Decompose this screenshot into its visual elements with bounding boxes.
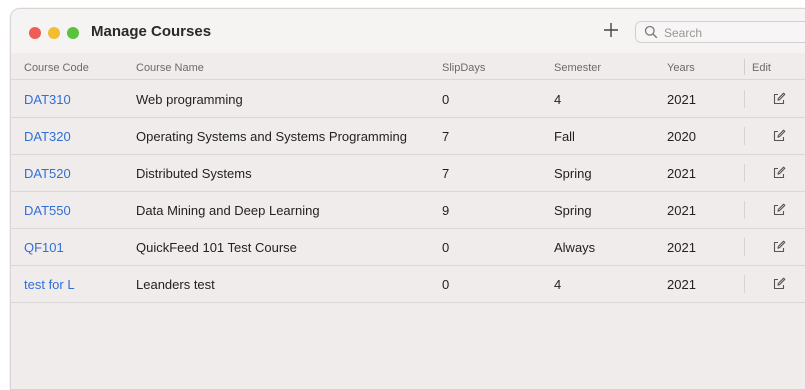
column-header-edit[interactable]: Edit	[752, 62, 771, 74]
column-divider	[744, 201, 745, 219]
course-name: Operating Systems and Systems Programmin…	[136, 129, 407, 144]
edit-course-button[interactable]	[772, 129, 786, 143]
close-window-button[interactable]	[29, 27, 41, 39]
edit-course-button[interactable]	[772, 166, 786, 180]
course-name: Leanders test	[136, 277, 215, 292]
year-value: 2021	[667, 277, 696, 292]
semester-value: Always	[554, 240, 596, 255]
semester-value: Spring	[554, 166, 592, 181]
semester-value: 4	[554, 92, 562, 107]
course-code-link[interactable]: test for L	[24, 277, 75, 292]
column-header-course-name[interactable]: Course Name	[136, 62, 204, 74]
magnifying-glass-icon	[644, 25, 658, 39]
slipdays-value: 0	[442, 277, 450, 292]
course-name: Distributed Systems	[136, 166, 252, 181]
zoom-window-button[interactable]	[67, 27, 79, 39]
column-divider[interactable]	[744, 59, 745, 75]
edit-square-icon	[773, 277, 786, 290]
add-course-button[interactable]	[600, 19, 622, 41]
edit-course-button[interactable]	[772, 240, 786, 254]
search-field[interactable]	[635, 21, 805, 43]
course-name: QuickFeed 101 Test Course	[136, 240, 297, 255]
column-divider	[744, 127, 745, 145]
year-value: 2021	[667, 166, 696, 181]
column-header-years[interactable]: Years	[667, 62, 695, 74]
table-header: Course Code Course Name SlipDays Semeste…	[11, 53, 805, 80]
title-bar: Manage Courses	[11, 9, 805, 53]
column-divider	[744, 90, 745, 108]
window-title: Manage Courses	[91, 23, 212, 40]
course-code-link[interactable]: DAT520	[24, 166, 71, 181]
table-row[interactable]: DAT520 Distributed Systems 7 Spring 2021	[11, 154, 805, 192]
slipdays-value: 9	[442, 203, 450, 218]
edit-square-icon	[773, 129, 786, 142]
course-code-link[interactable]: DAT320	[24, 129, 71, 144]
edit-square-icon	[773, 166, 786, 179]
course-name: Data Mining and Deep Learning	[136, 203, 320, 218]
edit-course-button[interactable]	[772, 203, 786, 217]
course-code-link[interactable]: DAT550	[24, 203, 71, 218]
minimize-window-button[interactable]	[48, 27, 60, 39]
table-row[interactable]: DAT550 Data Mining and Deep Learning 9 S…	[11, 191, 805, 229]
edit-course-button[interactable]	[772, 277, 786, 291]
table-row[interactable]: DAT320 Operating Systems and Systems Pro…	[11, 117, 805, 155]
slipdays-value: 0	[442, 240, 450, 255]
semester-value: 4	[554, 277, 562, 292]
slipdays-value: 0	[442, 92, 450, 107]
column-header-course-code[interactable]: Course Code	[24, 62, 89, 74]
edit-square-icon	[773, 240, 786, 253]
table-row[interactable]: QF101 QuickFeed 101 Test Course 0 Always…	[11, 228, 805, 266]
year-value: 2021	[667, 92, 696, 107]
year-value: 2020	[667, 129, 696, 144]
manage-courses-window: Manage Courses Course Code Course Name S…	[10, 8, 805, 390]
course-code-link[interactable]: QF101	[24, 240, 64, 255]
slipdays-value: 7	[442, 166, 450, 181]
semester-value: Fall	[554, 129, 575, 144]
course-code-link[interactable]: DAT310	[24, 92, 71, 107]
table-row[interactable]: test for L Leanders test 0 4 2021	[11, 265, 805, 303]
year-value: 2021	[667, 240, 696, 255]
semester-value: Spring	[554, 203, 592, 218]
table-row[interactable]: DAT310 Web programming 0 4 2021	[11, 80, 805, 118]
edit-square-icon	[773, 203, 786, 216]
year-value: 2021	[667, 203, 696, 218]
column-header-slipdays[interactable]: SlipDays	[442, 62, 485, 74]
slipdays-value: 7	[442, 129, 450, 144]
edit-square-icon	[773, 92, 786, 105]
search-input[interactable]	[662, 23, 805, 43]
course-name: Web programming	[136, 92, 243, 107]
column-divider	[744, 164, 745, 182]
edit-course-button[interactable]	[772, 92, 786, 106]
column-divider	[744, 238, 745, 256]
plus-icon	[604, 23, 618, 37]
column-header-semester[interactable]: Semester	[554, 62, 601, 74]
column-divider	[744, 275, 745, 293]
